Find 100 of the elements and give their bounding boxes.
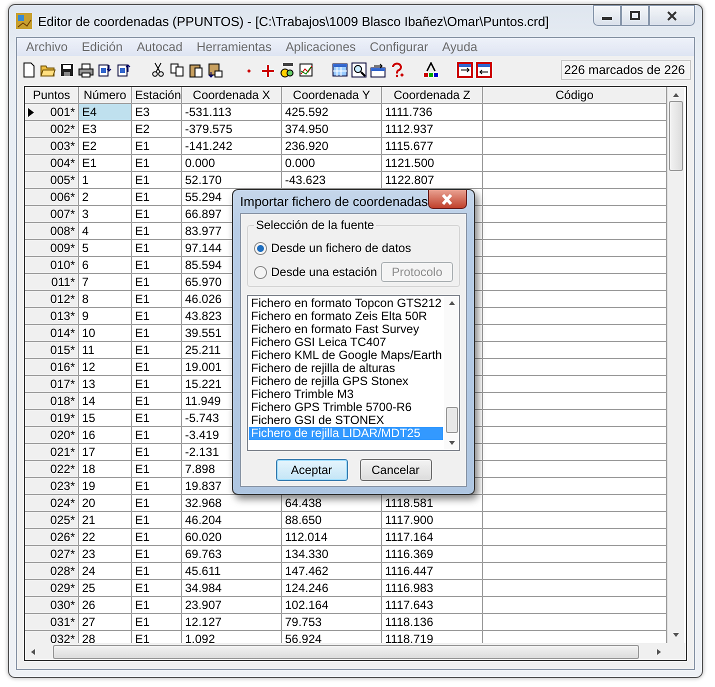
- menu-item[interactable]: Aplicaciones: [278, 40, 363, 54]
- vertical-scrollbar[interactable]: [667, 87, 684, 643]
- copy-icon[interactable]: [169, 62, 185, 78]
- row-header[interactable]: 006*: [25, 189, 79, 206]
- row-header[interactable]: 014*: [25, 325, 79, 342]
- table-cell: 1117.164: [382, 529, 483, 546]
- document-arrow-icon[interactable]: [97, 62, 113, 78]
- format-list[interactable]: [247, 295, 460, 451]
- column-header[interactable]: Coordenada Z: [382, 87, 483, 104]
- row-header[interactable]: 011*: [25, 274, 79, 291]
- menu-item[interactable]: Edición: [74, 40, 130, 54]
- scroll-up-icon[interactable]: [672, 91, 680, 99]
- table-cell: E1: [132, 206, 182, 223]
- row-header[interactable]: 028*: [25, 563, 79, 580]
- scroll-left-icon[interactable]: [29, 648, 37, 656]
- column-header[interactable]: Coordenada Y: [282, 87, 382, 104]
- table-cell: 21: [79, 512, 132, 529]
- table-cell: -141.242: [182, 138, 282, 155]
- row-header[interactable]: 025*: [25, 512, 79, 529]
- row-header[interactable]: 029*: [25, 580, 79, 597]
- clipboard-icon[interactable]: [188, 62, 204, 78]
- row-header[interactable]: 007*: [25, 206, 79, 223]
- clipboard-arrow-icon[interactable]: [207, 62, 223, 78]
- row-header[interactable]: 017*: [25, 376, 79, 393]
- scissors-icon[interactable]: [150, 62, 166, 78]
- help-icon[interactable]: [389, 62, 405, 78]
- row-header[interactable]: 026*: [25, 529, 79, 546]
- table-cell: E1: [132, 614, 182, 631]
- row-number: 024*: [50, 495, 75, 511]
- app-icon: [16, 13, 32, 29]
- row-header[interactable]: 031*: [25, 614, 79, 631]
- table-cell: 1116.369: [382, 546, 483, 563]
- table-cell: E1: [132, 427, 182, 444]
- menu-item[interactable]: Archivo: [19, 40, 75, 54]
- scroll-down-icon[interactable]: [448, 439, 456, 447]
- row-header[interactable]: 027*: [25, 546, 79, 563]
- scroll-right-icon[interactable]: [655, 648, 663, 656]
- color-squares-icon[interactable]: [423, 62, 439, 78]
- row-header[interactable]: 020*: [25, 427, 79, 444]
- row-header[interactable]: 018*: [25, 393, 79, 410]
- menu-item[interactable]: Configurar: [362, 40, 436, 54]
- accept-button[interactable]: Aceptar: [276, 459, 348, 481]
- table-cell: 13: [79, 376, 132, 393]
- scroll-up-icon[interactable]: [448, 299, 456, 307]
- row-header[interactable]: 030*: [25, 597, 79, 614]
- row-header[interactable]: 002*: [25, 121, 79, 138]
- row-header[interactable]: 016*: [25, 359, 79, 376]
- row-header[interactable]: 032*: [25, 631, 79, 643]
- table-cell: E1: [132, 393, 182, 410]
- row-header[interactable]: 024*: [25, 495, 79, 512]
- close-button[interactable]: [649, 5, 695, 26]
- radio-button[interactable]: [254, 242, 267, 254]
- table-cell: 7: [79, 274, 132, 291]
- minimize-button[interactable]: [593, 5, 621, 26]
- list-scrollbar[interactable]: [444, 296, 459, 450]
- row-number: 017*: [50, 376, 75, 392]
- radio-button[interactable]: [254, 266, 267, 278]
- menu-item[interactable]: Ayuda: [435, 40, 484, 54]
- document-arrow-icon[interactable]: [116, 62, 132, 78]
- circles-icon[interactable]: [279, 62, 295, 78]
- table-cell: 27: [79, 614, 132, 631]
- column-header[interactable]: Puntos: [25, 87, 79, 104]
- row-header[interactable]: 008*: [25, 223, 79, 240]
- scroll-thumb[interactable]: [446, 407, 458, 433]
- row-header[interactable]: 015*: [25, 342, 79, 359]
- row-header[interactable]: 021*: [25, 444, 79, 461]
- row-header[interactable]: 019*: [25, 410, 79, 427]
- row-header[interactable]: 004*: [25, 155, 79, 172]
- scroll-thumb[interactable]: [53, 644, 639, 658]
- printer-icon[interactable]: [78, 62, 94, 78]
- row-number: 029*: [50, 580, 75, 596]
- table-cell: -379.575: [182, 121, 282, 138]
- column-header[interactable]: Código: [483, 87, 667, 104]
- scroll-thumb[interactable]: [669, 101, 683, 171]
- menu-item[interactable]: Herramientas: [190, 40, 279, 54]
- column-header[interactable]: Coordenada X: [182, 87, 282, 104]
- scroll-down-icon[interactable]: [672, 631, 680, 639]
- row-header[interactable]: 023*: [25, 478, 79, 495]
- row-header[interactable]: 001*: [25, 104, 79, 121]
- row-header[interactable]: 010*: [25, 257, 79, 274]
- column-header[interactable]: Estación: [132, 87, 182, 104]
- table-cell: E1: [132, 138, 182, 155]
- column-header[interactable]: Número: [79, 87, 132, 104]
- window-arrow-icon[interactable]: [370, 62, 386, 78]
- row-header[interactable]: 013*: [25, 308, 79, 325]
- row-header[interactable]: 005*: [25, 172, 79, 189]
- cancel-button[interactable]: Cancelar: [360, 459, 432, 481]
- chart-icon[interactable]: [298, 62, 314, 78]
- row-header[interactable]: 012*: [25, 291, 79, 308]
- restore-button[interactable]: [621, 5, 649, 26]
- crosshair-icon[interactable]: [260, 62, 276, 78]
- row-header[interactable]: 022*: [25, 461, 79, 478]
- row-header[interactable]: 003*: [25, 138, 79, 155]
- close-button[interactable]: [428, 190, 467, 209]
- new-document-icon[interactable]: [21, 62, 37, 78]
- row-header[interactable]: 009*: [25, 240, 79, 257]
- menu-item[interactable]: Autocad: [130, 40, 190, 54]
- search-icon[interactable]: [351, 62, 367, 78]
- table-cell: 1111.736: [382, 104, 483, 121]
- table-icon[interactable]: [332, 62, 348, 78]
